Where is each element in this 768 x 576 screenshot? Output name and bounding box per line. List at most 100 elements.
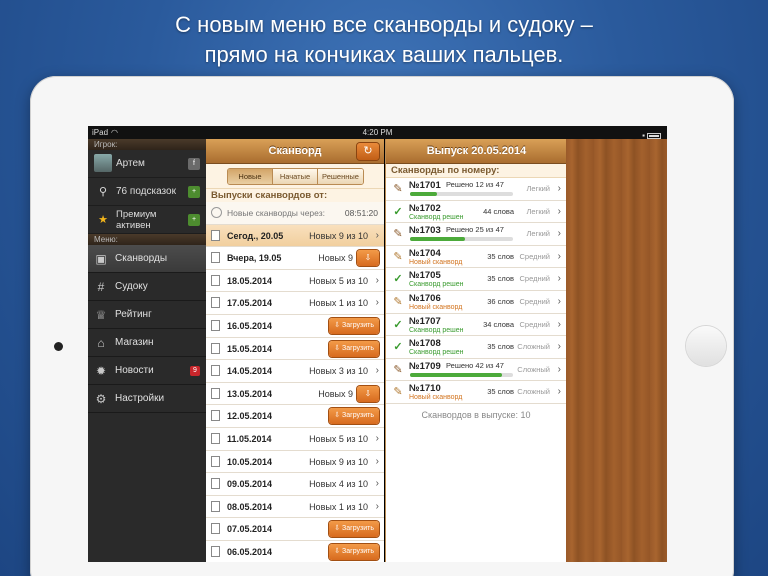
- next-issue-row: Новые сканворды через: 08:51:20: [206, 202, 384, 225]
- download-icon[interactable]: ⇩: [357, 250, 379, 267]
- download-button[interactable]: ⇩ Загрузить: [329, 408, 379, 425]
- battery-icon: [647, 132, 661, 139]
- download-button[interactable]: ⇩ Загрузить: [329, 543, 379, 560]
- headline-line-1: С новым меню все сканворды и судоку –: [175, 12, 593, 37]
- pane2-header: Выпуск 20.05.2014: [386, 139, 566, 164]
- issue-row[interactable]: 09.05.2014 Новых 4 из 10 ›: [206, 473, 384, 496]
- crossword-row[interactable]: ✓ №1708 Сканворд решен 35 слов Сложный ›: [386, 336, 566, 359]
- download-button[interactable]: ⇩ Загрузить: [329, 521, 379, 538]
- crossword-icon: ▣: [95, 252, 107, 266]
- issue-count: Новых 4 из 10: [309, 479, 368, 490]
- download-icon[interactable]: ⇩: [357, 385, 379, 402]
- issue-count: Новых 1 из 10: [309, 501, 368, 512]
- download-button[interactable]: ⇩ Загрузить: [329, 317, 379, 334]
- tab-started[interactable]: Начатые: [273, 169, 318, 184]
- tab-new[interactable]: Новые: [228, 169, 273, 184]
- premium-item[interactable]: ★ Премиум активен +: [88, 206, 206, 234]
- issue-row[interactable]: 17.05.2014 Новых 1 из 10 ›: [206, 292, 384, 315]
- issue-date: 08.05.2014: [227, 501, 273, 512]
- word-count: 35 слов: [487, 342, 514, 352]
- crossword-number: №1708: [409, 338, 441, 350]
- difficulty-level: Сложный: [517, 364, 550, 374]
- grid-icon: #: [97, 280, 105, 294]
- player-header: Игрок:: [88, 139, 206, 150]
- crossword-row[interactable]: ✓ №1702 Сканворд решен 44 слова Легкий ›: [386, 201, 566, 224]
- menu-label: Сканворды: [115, 253, 168, 264]
- issue-date: 17.05.2014: [227, 298, 273, 309]
- document-icon: [211, 252, 220, 264]
- check-icon: ✓: [393, 205, 403, 218]
- menu-item-shop[interactable]: ⌂ Магазин: [88, 329, 206, 357]
- crossword-number: №1702: [409, 202, 441, 214]
- crossword-issues-pane: Сканворд ↻ Новые Начатые Решенные Выпуск…: [206, 139, 384, 562]
- tab-solved[interactable]: Решенные: [318, 169, 363, 184]
- crossword-number: №1701: [409, 180, 441, 191]
- issue-date: 13.05.2014: [227, 388, 273, 399]
- issue-row[interactable]: 13.05.2014 Новых 9 ⇩: [206, 383, 384, 406]
- crossword-row[interactable]: ✎ №1703 Решено 25 из 47 Легкий ›: [386, 223, 566, 246]
- issue-row[interactable]: 15.05.2014 ⇩ Загрузить: [206, 338, 384, 361]
- promo-headline: С новым меню все сканворды и судоку – пр…: [0, 10, 768, 70]
- chevron-right-icon: ›: [375, 229, 379, 241]
- issue-row[interactable]: 14.05.2014 Новых 3 из 10 ›: [206, 360, 384, 383]
- issue-row[interactable]: 07.05.2014 ⇩ Загрузить: [206, 518, 384, 541]
- issue-count: Новых 5 из 10: [309, 433, 368, 444]
- difficulty-level: Средний: [519, 319, 551, 329]
- crossword-row[interactable]: ✎ №1706 Новый сканворд 36 слов Средний ›: [386, 291, 566, 314]
- menu-item-sudoku[interactable]: # Судоку: [88, 273, 206, 301]
- chevron-right-icon: ›: [557, 228, 561, 240]
- crossword-status: Новый сканворд: [409, 258, 463, 266]
- menu-item-rating[interactable]: ♕ Рейтинг: [88, 301, 206, 329]
- document-icon: [211, 500, 220, 512]
- issue-row[interactable]: 16.05.2014 ⇩ Загрузить: [206, 315, 384, 338]
- difficulty-level: Легкий: [526, 229, 551, 239]
- issue-count: Новых 1 из 10: [309, 298, 368, 309]
- crossword-row[interactable]: ✓ №1707 Сканворд решен 34 слова Средний ›: [386, 314, 566, 337]
- issue-row[interactable]: 12.05.2014 ⇩ Загрузить: [206, 405, 384, 428]
- issue-date: 06.05.2014: [227, 546, 273, 557]
- issue-row[interactable]: 11.05.2014 Новых 5 из 10 ›: [206, 428, 384, 451]
- refresh-button[interactable]: ↻: [357, 143, 379, 160]
- menu-item-crosswords[interactable]: ▣ Сканворды: [88, 245, 206, 273]
- new-crossword-icon: ✎: [393, 295, 403, 308]
- download-label: Загрузить: [342, 344, 374, 352]
- progress-fill: [410, 237, 465, 242]
- word-count: 35 слов: [487, 387, 514, 397]
- crossword-row[interactable]: ✎ №1710 Новый сканворд 35 слов Сложный ›: [386, 381, 566, 404]
- chevron-right-icon: ›: [375, 365, 379, 377]
- issue-row[interactable]: 08.05.2014 Новых 1 из 10 ›: [206, 496, 384, 519]
- crossword-row[interactable]: ✎ №1701 Решено 12 из 47 Легкий ›: [386, 178, 566, 201]
- crossword-row[interactable]: ✎ №1704 Новый сканворд 35 слов Средний ›: [386, 246, 566, 269]
- menu-header: Меню:: [88, 234, 206, 245]
- cart-icon: +: [188, 186, 200, 198]
- document-icon: [211, 478, 220, 490]
- word-count: 35 слов: [487, 251, 514, 261]
- solved-count: Решено 25 из 47: [446, 225, 504, 235]
- progress-bar: [410, 192, 513, 196]
- home-button[interactable]: [686, 326, 726, 366]
- crossword-number: №1705: [409, 270, 441, 282]
- menu-item-settings[interactable]: ⚙ Настройки: [88, 385, 206, 413]
- issue-detail-pane: Выпуск 20.05.2014 Сканворды по номеру: ✎…: [385, 139, 566, 562]
- crossword-row[interactable]: ✎ №1709 Решено 42 из 47 Сложный ›: [386, 359, 566, 382]
- download-button[interactable]: ⇩ Загрузить: [329, 340, 379, 357]
- issue-row[interactable]: Сегод., 20.05 Новых 9 из 10 ›: [206, 224, 384, 248]
- issue-date: 07.05.2014: [227, 524, 273, 535]
- chevron-right-icon: ›: [557, 386, 561, 398]
- premium-line-1: Премиум: [116, 209, 157, 220]
- difficulty-level: Сложный: [517, 342, 550, 352]
- chevron-right-icon: ›: [375, 500, 379, 512]
- player-profile[interactable]: Артем f: [88, 150, 206, 178]
- hints-item[interactable]: ⚲ 76 подсказок +: [88, 178, 206, 206]
- crossword-status: Сканворд решен: [409, 326, 464, 334]
- issue-row[interactable]: Вчера, 19.05 Новых 9 ⇩: [206, 247, 384, 270]
- issue-row[interactable]: 18.05.2014 Новых 5 из 10 ›: [206, 270, 384, 293]
- document-icon: [211, 545, 220, 557]
- issue-date: 10.05.2014: [227, 456, 273, 467]
- issue-count: Новых 5 из 10: [309, 275, 368, 286]
- headline-line-2: прямо на кончиках ваших пальцев.: [204, 42, 564, 67]
- menu-item-news[interactable]: ✹ Новости 9: [88, 357, 206, 385]
- issue-row[interactable]: 10.05.2014 Новых 9 из 10 ›: [206, 451, 384, 474]
- issue-row[interactable]: 06.05.2014 ⇩ Загрузить: [206, 541, 384, 562]
- crossword-row[interactable]: ✓ №1705 Сканворд решен 35 слов Средний ›: [386, 268, 566, 291]
